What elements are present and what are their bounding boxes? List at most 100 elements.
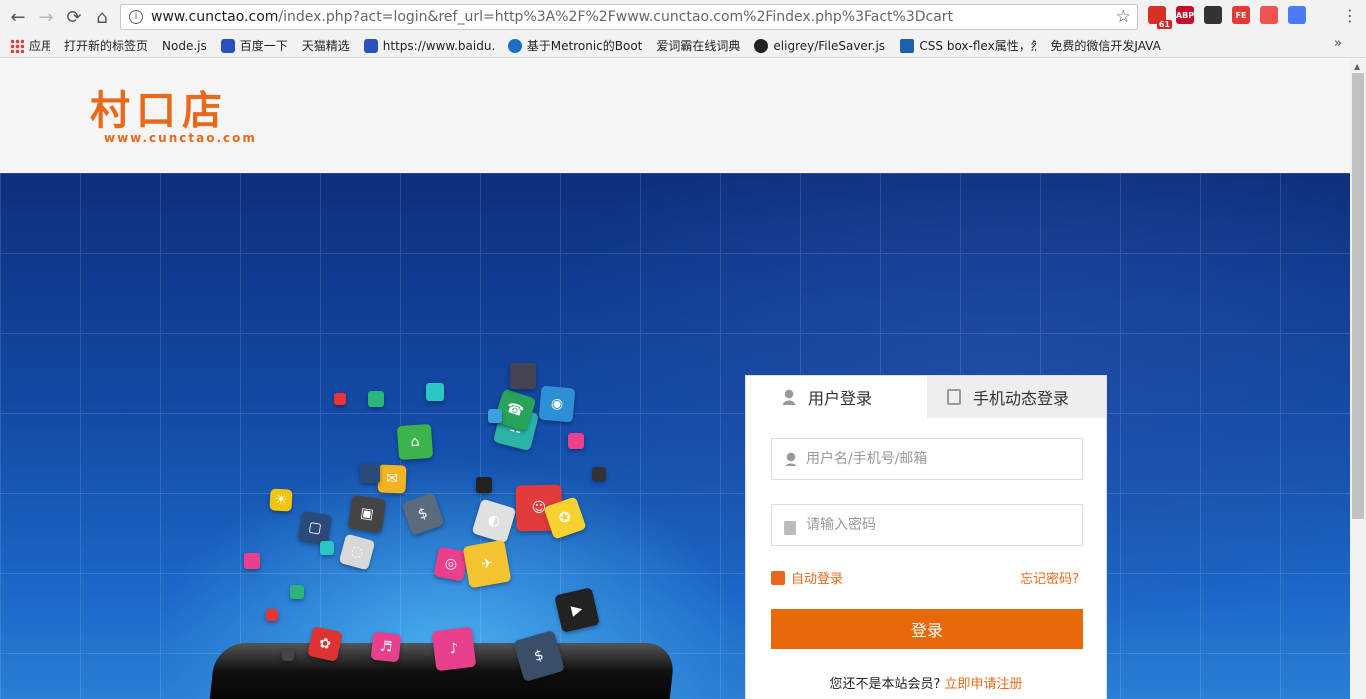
page-viewport: 村口店 www.cunctao.com $◐☷◎▣◉✉☺⌂♪✈▶$✪☎◌✿▢♬☀…: [0, 59, 1366, 699]
home-icon[interactable]: ⌂: [88, 3, 116, 31]
bookmark-label: https://www.baidu.c: [382, 38, 494, 53]
app-tile-icon: ✈: [462, 539, 512, 589]
bookmark-label: 爱词霸在线词典: [656, 39, 741, 53]
forgot-password-link[interactable]: 忘记密码?: [1020, 568, 1079, 587]
logo-url: www.cunctao.com: [104, 131, 257, 145]
bookmark-label: CSS box-flex属性，然: [919, 39, 1037, 53]
scrollbar-thumb[interactable]: [1352, 73, 1364, 519]
logo-title: 村口店: [90, 88, 228, 134]
reload-icon[interactable]: ⟳: [60, 3, 88, 31]
app-tile-icon: ♪: [431, 626, 477, 672]
bookmarks-more-button[interactable]: »: [1334, 36, 1342, 51]
tab-user-login[interactable]: 用户登录: [746, 376, 927, 418]
username-input[interactable]: [806, 451, 1076, 467]
app-tile-icon: ☀: [269, 488, 293, 512]
paw-icon: [363, 38, 378, 53]
mobile-phone-icon: [947, 389, 961, 405]
bookmark-label: 免费的微信开发JAVA: [1050, 39, 1161, 53]
floating-app-icon: [426, 383, 444, 401]
floating-app-icon: [334, 393, 346, 405]
login-tabs: 用户登录 手机动态登录: [746, 376, 1106, 418]
bookmark-item[interactable]: 百度一下: [220, 36, 288, 56]
browser-menu-icon[interactable]: ⋮: [1342, 6, 1358, 25]
bookmark-item[interactable]: 天猫精选: [0, 36, 350, 106]
bookmark-label: Node.js: [162, 38, 207, 53]
tab-mobile-login-label: 手机动态登录: [973, 389, 1070, 408]
user-icon: [784, 452, 796, 466]
info-icon[interactable]: i: [129, 10, 143, 24]
bookmark-item[interactable]: https://www.baidu.c: [363, 36, 494, 56]
bookmark-label: 打开新的标签页: [64, 39, 149, 53]
bookmark-item[interactable]: 爱词霸在线词典: [0, 36, 741, 106]
tab-user-login-label: 用户登录: [808, 389, 873, 408]
checkbox-icon[interactable]: [771, 570, 785, 585]
login-options: 自动登录 忘记密码?: [771, 568, 1083, 587]
site-logo[interactable]: 村口店 www.cunctao.com: [90, 89, 257, 145]
bookmarks-bar: 应用 打开新的标签页 Node.js 百度一下 天猫精选 https://www.baid…: [0, 34, 1366, 106]
extension-label: FE: [1235, 10, 1247, 20]
bookmark-item[interactable]: 打开新的标签页: [0, 36, 149, 106]
bookmark-item[interactable]: 应用: [10, 36, 50, 56]
register-link[interactable]: 立即申请注册: [945, 677, 1023, 692]
auto-login-checkbox[interactable]: 自动登录: [771, 568, 843, 587]
css-icon: [900, 38, 915, 53]
url-text: www.cunctao.com/index.php?act=login&ref_…: [151, 9, 954, 25]
lock-icon: [784, 520, 796, 535]
adblock-plus-icon[interactable]: ABP: [1176, 6, 1194, 24]
auto-login-label: 自动登录: [791, 572, 844, 587]
bookmark-item[interactable]: 基于Metronic的Boot: [507, 36, 643, 56]
google-translate-icon[interactable]: [1288, 6, 1306, 24]
paw-icon: [220, 38, 235, 53]
bookmark-item[interactable]: eligrey/FileSaver.js: /: [754, 36, 886, 56]
app-tile-icon: ▢: [297, 510, 333, 546]
extension-badge: 61: [1156, 20, 1172, 29]
bookmark-item[interactable]: 免费的微信开发JAVA: [0, 36, 1161, 106]
tab-mobile-login[interactable]: 手机动态登录: [927, 376, 1106, 418]
address-bar[interactable]: i www.cunctao.com/index.php?act=login&re…: [120, 4, 1138, 30]
floating-app-icon: [368, 391, 384, 407]
not-member-text: 您还不是本站会员?: [829, 677, 941, 692]
site-header: 村口店 www.cunctao.com: [0, 59, 1350, 173]
floating-app-icon: [488, 409, 502, 423]
register-row: 您还不是本站会员? 立即申请注册: [746, 673, 1106, 692]
user-icon: [782, 389, 796, 405]
bookmark-star-icon[interactable]: ☆: [1116, 7, 1131, 27]
password-input[interactable]: [806, 517, 1076, 533]
bookmark-label: 天猫精选: [301, 39, 350, 53]
floating-app-icon: [592, 467, 606, 481]
gmail-extension-icon[interactable]: 61: [1148, 6, 1172, 29]
app-tile-icon: ◉: [538, 385, 576, 423]
app-tile-icon: ♬: [370, 631, 402, 663]
bookmark-item[interactable]: CSS box-flex属性，然: [900, 36, 1036, 56]
login-button[interactable]: 登录: [771, 609, 1083, 649]
floating-app-icon: [476, 477, 492, 493]
extension-area: 61 ABP FE: [1148, 6, 1306, 29]
bookmark-label: 基于Metronic的Boot: [526, 39, 643, 53]
github-icon: [754, 38, 769, 53]
bookmark-label: eligrey/FileSaver.js: /: [773, 38, 887, 53]
floating-app-icon: [510, 363, 536, 389]
back-icon[interactable]: ←: [4, 3, 32, 31]
apps-icon: [10, 38, 24, 53]
twitter-bootstrap-icon: [507, 38, 522, 53]
floating-app-icon: [360, 463, 380, 483]
app-tile-icon: ▣: [347, 494, 387, 534]
app-tile-icon: ✉: [377, 464, 407, 494]
page-scrollbar[interactable]: ▲: [1350, 59, 1366, 699]
hero-map-grid: [0, 173, 1350, 699]
app-tile-icon: ⌂: [396, 423, 434, 461]
floating-app-icon: [266, 609, 278, 621]
bookmark-item[interactable]: Node.js: [0, 36, 207, 106]
fe-helper-icon[interactable]: FE: [1232, 6, 1250, 24]
settings-extension-icon[interactable]: [1260, 6, 1278, 24]
username-field: [771, 438, 1083, 480]
forward-icon[interactable]: →: [32, 3, 60, 31]
floating-app-icon: [282, 649, 294, 661]
scroll-up-icon[interactable]: ▲: [1354, 62, 1360, 71]
qr-code-icon[interactable]: [1204, 6, 1222, 24]
browser-toolbar: ← → ⟳ ⌂ i www.cunctao.com/index.php?act=…: [0, 0, 1366, 34]
floating-app-icon: [244, 553, 260, 569]
password-field: [771, 504, 1083, 546]
app-tile-icon: ✿: [307, 626, 343, 662]
bookmark-label: 应用: [29, 39, 50, 53]
